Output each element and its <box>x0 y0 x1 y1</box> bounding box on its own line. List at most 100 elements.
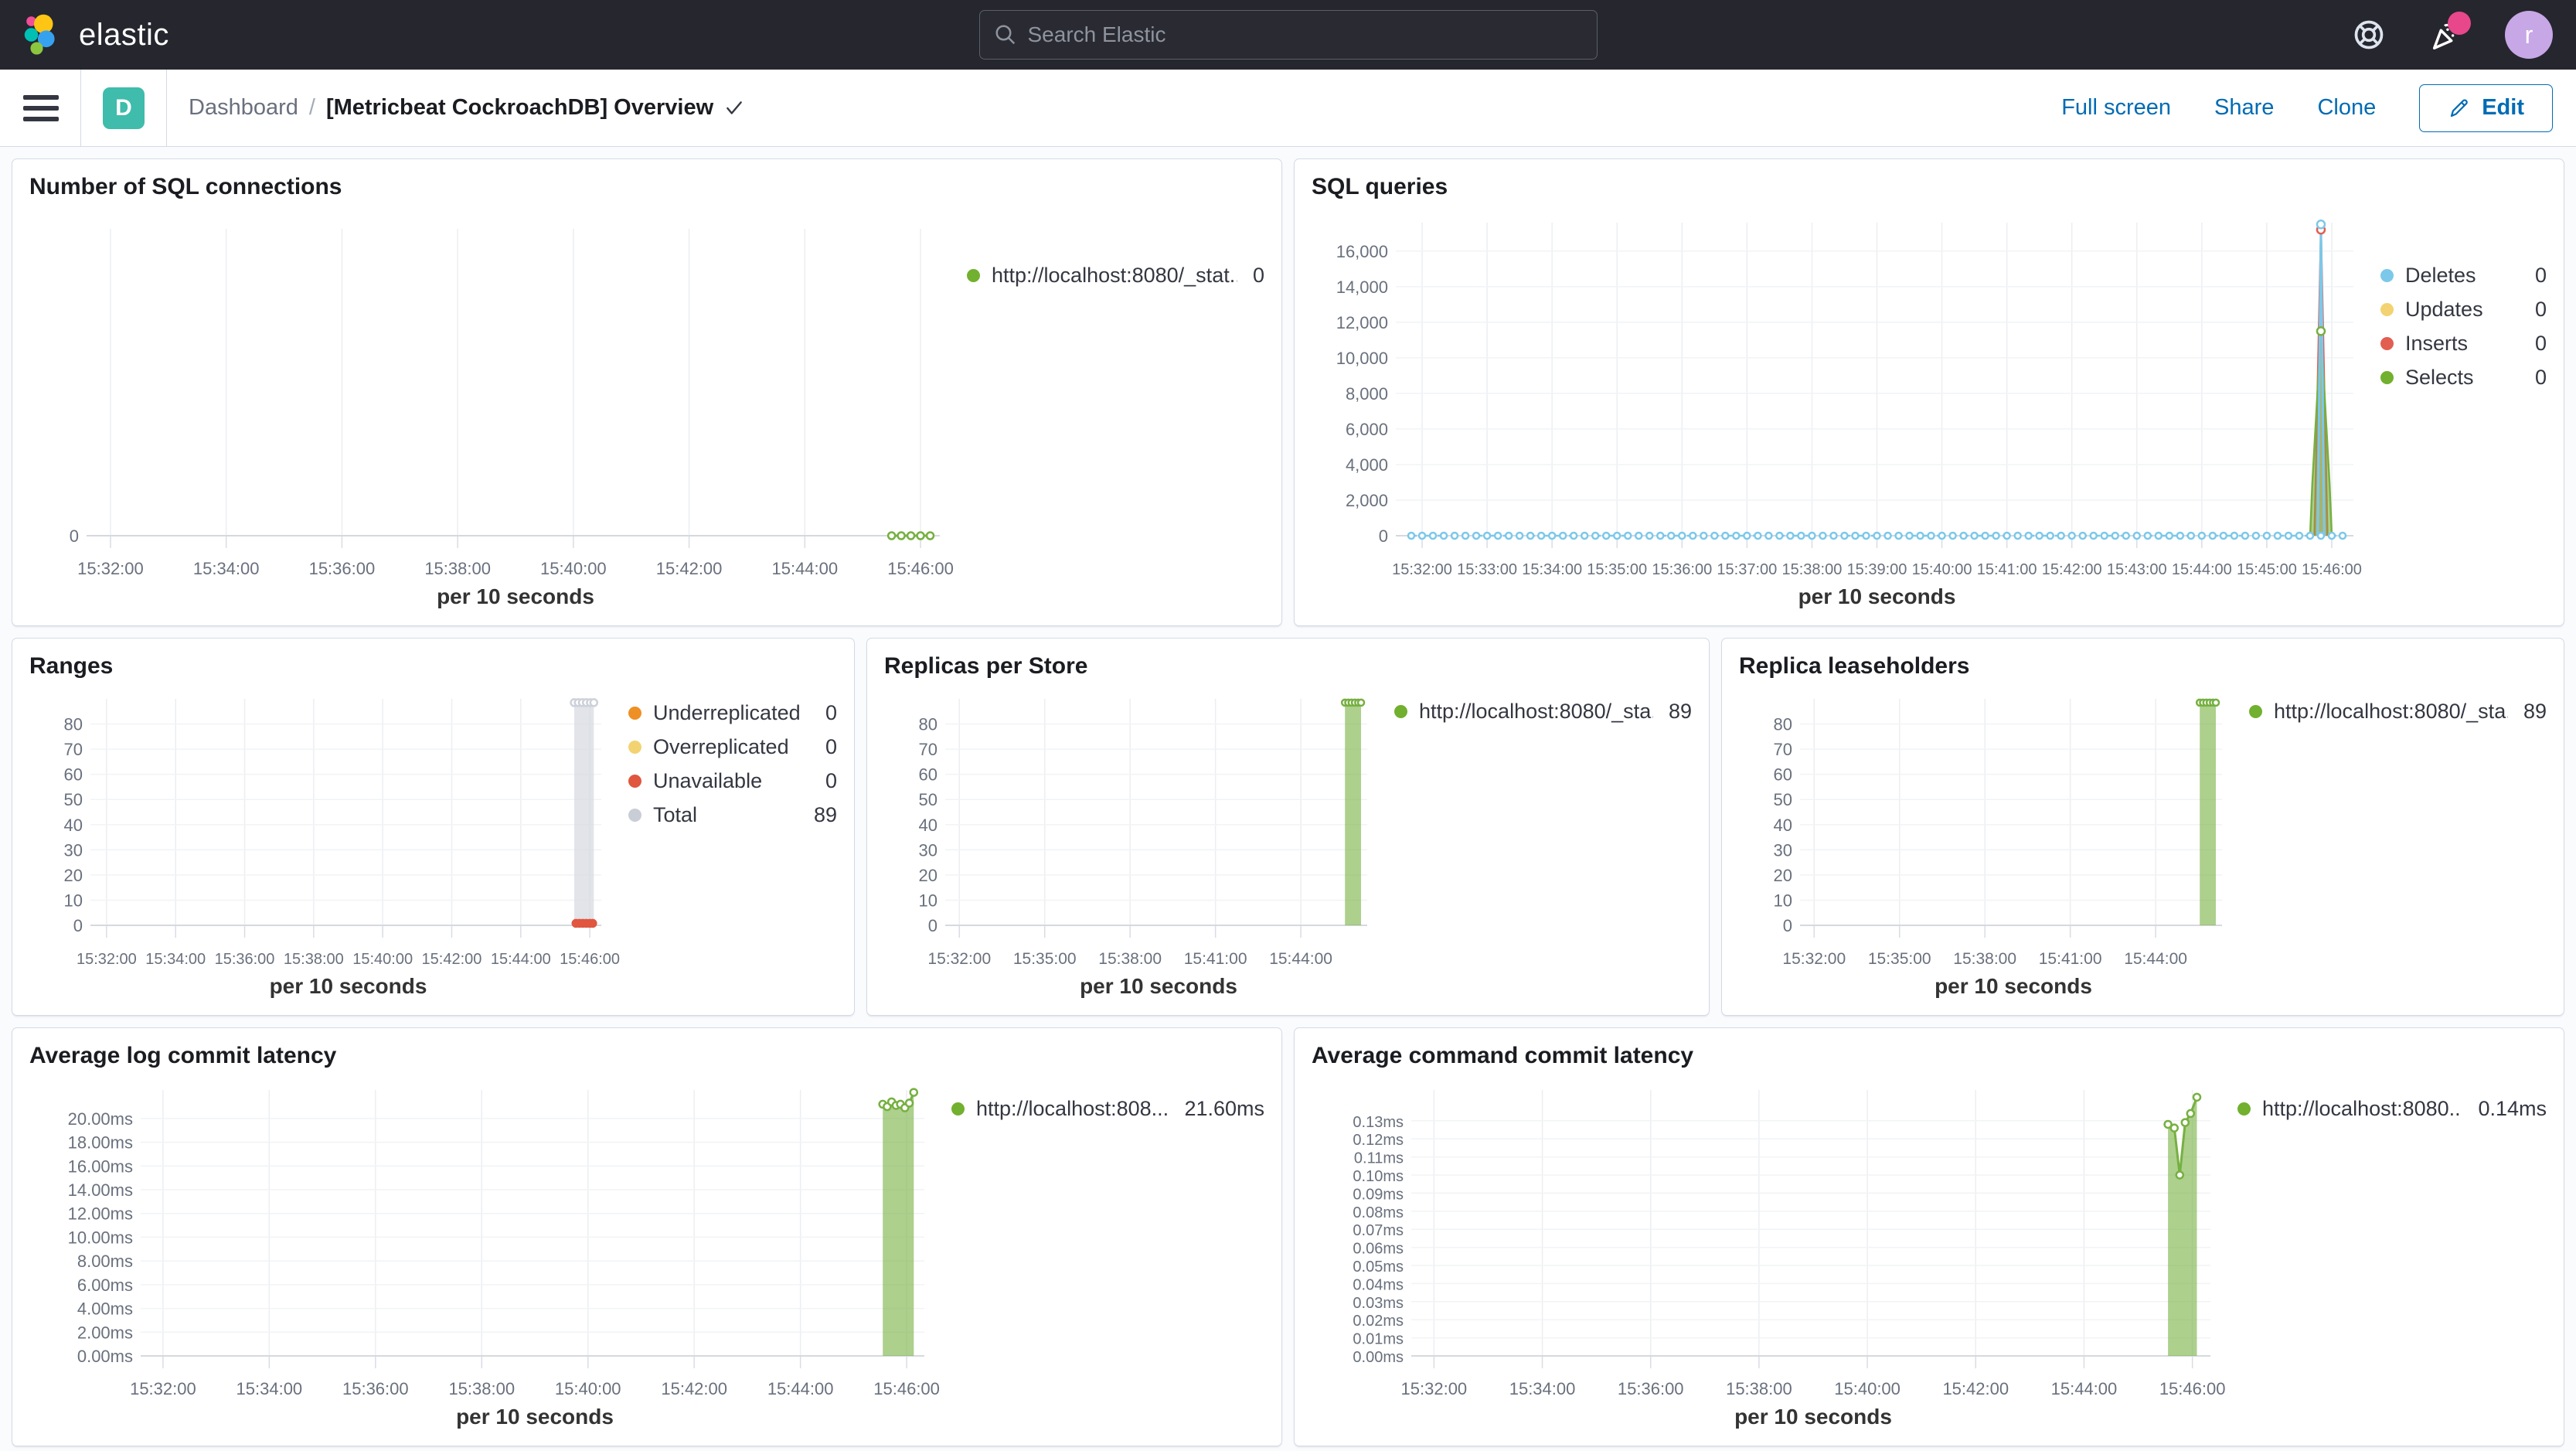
breadcrumb: Dashboard / [Metricbeat CockroachDB] Ove… <box>189 95 744 121</box>
panel-title: Replicas per Store <box>884 653 1088 679</box>
svg-text:0.02ms: 0.02ms <box>1353 1313 1404 1330</box>
svg-text:15:44:00: 15:44:00 <box>2172 561 2232 578</box>
svg-text:15:38:00: 15:38:00 <box>1726 1379 1792 1398</box>
svg-text:per 10 seconds: per 10 seconds <box>270 974 427 998</box>
share-button[interactable]: Share <box>2214 95 2274 121</box>
svg-text:0.13ms: 0.13ms <box>1353 1114 1404 1131</box>
clone-button[interactable]: Clone <box>2317 95 2376 121</box>
legend-label: Inserts <box>2405 331 2469 355</box>
user-avatar[interactable]: r <box>2505 11 2553 59</box>
legend: http://localhost:8080... 0.14ms <box>2237 1092 2547 1433</box>
breadcrumb-separator: / <box>308 95 315 120</box>
legend-swatch-icon <box>2380 370 2394 384</box>
elastic-logo[interactable]: elastic <box>23 13 169 56</box>
full-screen-button[interactable]: Full screen <box>2061 95 2171 121</box>
svg-text:80: 80 <box>64 715 83 734</box>
svg-text:15:42:00: 15:42:00 <box>1942 1379 2009 1398</box>
svg-text:15:38:00: 15:38:00 <box>284 951 344 968</box>
legend-value: 0 <box>1252 263 1264 287</box>
legend-item[interactable]: Overreplicated 0 <box>628 730 837 764</box>
legend-value: 0 <box>825 734 837 758</box>
legend-item[interactable]: Selects 0 <box>2380 360 2547 394</box>
menu-button[interactable] <box>23 94 59 121</box>
svg-text:0.11ms: 0.11ms <box>1354 1150 1404 1167</box>
legend-label: http://localhost:8080/_sta... <box>1419 699 1653 723</box>
svg-text:15:40:00: 15:40:00 <box>1912 561 1972 578</box>
legend-label: http://localhost:8080/_stat... <box>992 263 1237 287</box>
svg-text:15:35:00: 15:35:00 <box>1013 950 1077 968</box>
breadcrumb-dashboard[interactable]: Dashboard <box>189 95 298 121</box>
svg-text:15:38:00: 15:38:00 <box>1782 561 1843 578</box>
legend-item[interactable]: http://localhost:8080... 0.14ms <box>2237 1092 2547 1126</box>
toolbar-divider <box>80 69 81 147</box>
legend-item[interactable]: Inserts 0 <box>2380 326 2547 360</box>
svg-text:70: 70 <box>919 740 938 759</box>
svg-text:15:40:00: 15:40:00 <box>1834 1379 1901 1398</box>
svg-text:15:32:00: 15:32:00 <box>1401 1379 1468 1398</box>
dashboard-row: Ranges 15:32:00 15:34:00 15:36:00 15:38:00 15… <box>12 638 2564 1016</box>
svg-text:16.00ms: 16.00ms <box>68 1156 133 1176</box>
global-search[interactable] <box>978 10 1598 60</box>
svg-text:8,000: 8,000 <box>1346 384 1388 404</box>
svg-text:20.00ms: 20.00ms <box>68 1109 133 1129</box>
panel-replica_leaseholders: Replica leaseholders 15:32:00 15:35:00 15:3… <box>1721 638 2564 1016</box>
svg-text:70: 70 <box>1774 740 1792 759</box>
logo-text: elastic <box>79 17 169 52</box>
legend: http://localhost:808... 21.60ms <box>951 1092 1264 1433</box>
svg-text:15:44:00: 15:44:00 <box>2124 950 2187 968</box>
svg-text:10,000: 10,000 <box>1336 349 1388 368</box>
svg-text:30: 30 <box>919 840 938 860</box>
svg-text:0.04ms: 0.04ms <box>1353 1276 1404 1293</box>
legend-item[interactable]: Total 89 <box>628 798 837 832</box>
legend-item[interactable]: Unavailable 0 <box>628 764 837 798</box>
svg-text:15:36:00: 15:36:00 <box>309 559 376 578</box>
svg-text:15:42:00: 15:42:00 <box>661 1379 727 1398</box>
legend-item[interactable]: http://localhost:8080/_stat... 0 <box>967 258 1264 292</box>
svg-text:0.03ms: 0.03ms <box>1353 1295 1404 1312</box>
svg-text:14,000: 14,000 <box>1336 278 1388 297</box>
legend-item[interactable]: Underreplicated 0 <box>628 696 837 730</box>
svg-text:per 10 seconds: per 10 seconds <box>437 584 594 608</box>
help-button[interactable] <box>2350 16 2387 53</box>
svg-text:30: 30 <box>64 840 83 860</box>
legend-item[interactable]: Updates 0 <box>2380 292 2547 326</box>
legend-label: Updates <box>2405 297 2483 321</box>
legend-item[interactable]: Deletes 0 <box>2380 258 2547 292</box>
svg-text:per 10 seconds: per 10 seconds <box>1080 974 1237 998</box>
legend-label: Deletes <box>2405 263 2476 287</box>
svg-text:15:38:00: 15:38:00 <box>1953 950 2016 968</box>
svg-text:12.00ms: 12.00ms <box>68 1204 133 1224</box>
news-button[interactable] <box>2428 12 2471 53</box>
svg-text:15:34:00: 15:34:00 <box>1522 561 1582 578</box>
legend-swatch-icon <box>2249 704 2262 718</box>
legend-item[interactable]: http://localhost:8080/_sta... 89 <box>1394 694 1692 728</box>
legend-item[interactable]: http://localhost:8080/_sta... 89 <box>2249 694 2547 728</box>
legend-value: 0 <box>825 768 837 792</box>
svg-text:15:34:00: 15:34:00 <box>237 1379 303 1398</box>
svg-text:15:32:00: 15:32:00 <box>77 951 137 968</box>
svg-text:15:44:00: 15:44:00 <box>771 559 838 578</box>
chart-ranges: 15:32:00 15:34:00 15:36:00 15:38:00 15:40:00… <box>29 680 628 1003</box>
chart-avg_log_commit_latency: 15:32:00 15:34:00 15:36:00 15:38:00 15:40:00… <box>29 1070 951 1433</box>
lifebuoy-icon <box>2354 20 2384 49</box>
legend-value: 0 <box>2534 365 2547 389</box>
panel-title: SQL queries <box>1312 174 1448 199</box>
svg-text:15:42:00: 15:42:00 <box>2042 561 2102 578</box>
svg-text:15:41:00: 15:41:00 <box>2039 950 2102 968</box>
title-check-icon[interactable] <box>724 98 744 118</box>
legend-swatch-icon <box>1394 704 1407 718</box>
svg-text:0: 0 <box>70 526 79 546</box>
edit-button[interactable]: Edit <box>2419 83 2553 132</box>
svg-text:10: 10 <box>1774 891 1792 910</box>
svg-text:0: 0 <box>928 916 938 935</box>
chart-replicas_per_store: 15:32:00 15:35:00 15:38:00 15:41:00 15:44:00… <box>884 680 1394 1003</box>
panel-sql_connections: Number of SQL connections 15:32:00 15:34:0… <box>12 158 1282 626</box>
svg-text:0.06ms: 0.06ms <box>1353 1241 1404 1258</box>
legend-item[interactable]: http://localhost:808... 21.60ms <box>951 1092 1264 1126</box>
svg-text:15:36:00: 15:36:00 <box>1652 561 1712 578</box>
svg-text:15:41:00: 15:41:00 <box>1977 561 2037 578</box>
svg-text:15:38:00: 15:38:00 <box>424 559 491 578</box>
search-input[interactable] <box>1027 22 1583 47</box>
panel-ranges: Ranges 15:32:00 15:34:00 15:36:00 15:38:00 15… <box>12 638 855 1016</box>
svg-text:15:45:00: 15:45:00 <box>2237 561 2297 578</box>
